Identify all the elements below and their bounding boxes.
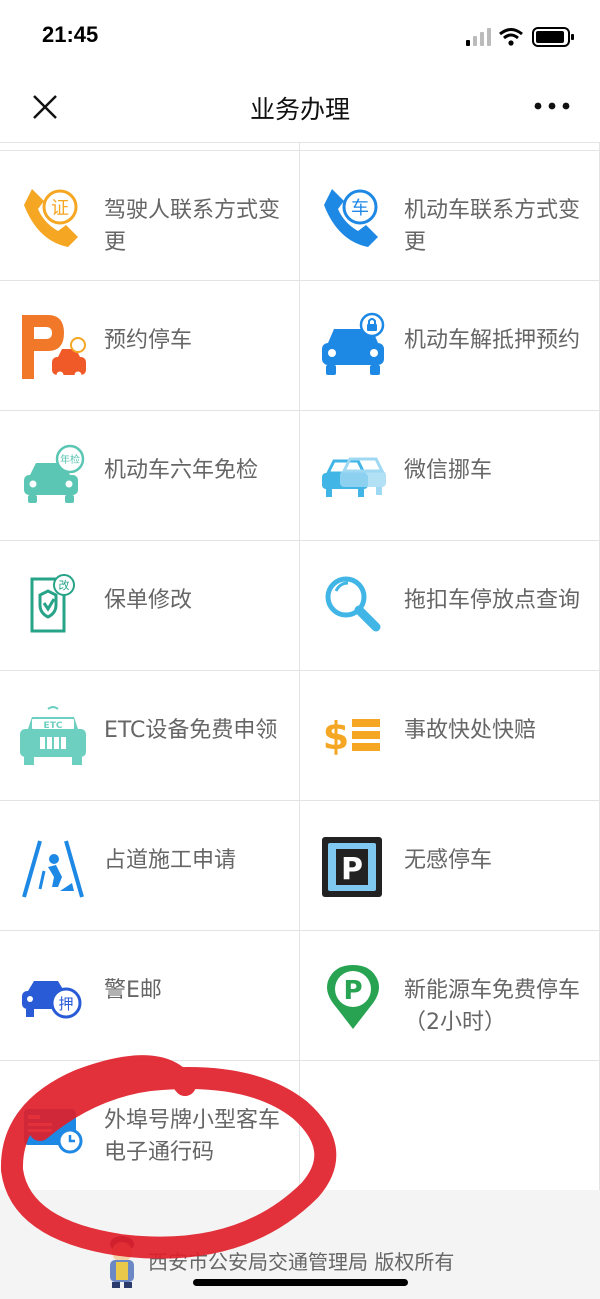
service-label: 保单修改	[104, 588, 193, 613]
service-policy-edit[interactable]: 改 保单修改	[0, 541, 300, 671]
car-unlock-icon	[322, 312, 385, 375]
status-time: 21:45	[42, 22, 99, 47]
service-grid: 证 驾驶人联系方式变更 车 机动车联系方式变更 预约停车 机动车解抵押预约 年检…	[0, 142, 600, 1190]
green-parking-icon: P	[327, 965, 379, 1029]
wifi-icon	[499, 28, 523, 46]
svg-text:改: 改	[59, 578, 70, 592]
battery-icon	[532, 27, 574, 47]
service-road-work[interactable]: 占道施工申请	[0, 801, 300, 931]
pass-card-clock-icon	[24, 1109, 83, 1154]
service-label: 新能源车免费停车（2小时）	[404, 978, 581, 1035]
service-wechat-move-car[interactable]: 微信挪车	[300, 411, 600, 541]
service-ev-free-parking[interactable]: P 新能源车免费停车（2小时）	[300, 931, 600, 1061]
service-vehicle-contact[interactable]: 车 机动车联系方式变更	[300, 151, 600, 281]
svg-text:押: 押	[58, 995, 73, 1013]
dollar-claim-icon: $	[323, 714, 380, 758]
more-icon[interactable]	[532, 94, 572, 118]
status-bar: 21:45	[0, 0, 600, 70]
service-label: 外埠号牌小型客车电子通行码	[104, 1108, 281, 1165]
service-cell-empty	[300, 1061, 600, 1190]
car-mail-icon: 押	[22, 981, 82, 1019]
svg-text:P: P	[341, 852, 363, 887]
policy-edit-icon: 改	[30, 574, 75, 633]
service-unmortgage[interactable]: 机动车解抵押预约	[300, 281, 600, 411]
parking-p-icon: P	[322, 837, 382, 897]
service-cell-prev-right	[300, 143, 600, 151]
car-inspection-icon: 年检	[24, 444, 85, 503]
copyright-text: 西安市公安局交通管理局 版权所有	[148, 1250, 455, 1274]
status-icons	[466, 27, 574, 47]
signal-icon	[466, 28, 491, 46]
service-accident-claim[interactable]: $ 事故快处快赔	[300, 671, 600, 801]
etc-car-icon: ETC	[20, 706, 86, 765]
service-label: ETC设备免费申领	[104, 718, 278, 743]
page-title: 业务办理	[249, 95, 350, 124]
car-move-icon	[322, 457, 386, 497]
service-parking-reserve[interactable]: 预约停车	[0, 281, 300, 411]
svg-text:$: $	[323, 714, 349, 758]
svg-text:ETC: ETC	[44, 721, 63, 731]
service-etc-apply[interactable]: ETC ETC设备免费申领	[0, 671, 300, 801]
service-label: 拖扣车停放点查询	[404, 588, 581, 613]
service-label: 机动车六年免检	[104, 458, 259, 483]
road-work-icon	[22, 840, 84, 898]
service-label: 预约停车	[104, 328, 193, 353]
service-police-e-mail[interactable]: 押 警E邮	[0, 931, 300, 1061]
phone-id-icon: 证	[24, 189, 78, 247]
service-label: 机动车解抵押预约	[404, 328, 581, 353]
service-nonlocal-pass-code[interactable]: 外埠号牌小型客车电子通行码	[0, 1061, 300, 1190]
service-seamless-parking[interactable]: P 无感停车	[300, 801, 600, 931]
service-driver-contact[interactable]: 证 驾驶人联系方式变更	[0, 151, 300, 281]
phone-car-icon: 车	[324, 189, 378, 247]
parking-reserve-icon	[22, 315, 86, 379]
svg-text:证: 证	[51, 198, 69, 219]
service-label: 占道施工申请	[104, 848, 237, 873]
svg-text:P: P	[343, 976, 362, 1006]
svg-text:车: 车	[351, 198, 369, 219]
svg-text:年检: 年检	[60, 453, 80, 466]
service-label: 无感停车	[404, 848, 493, 873]
police-mascot-icon	[110, 1236, 134, 1288]
service-six-year-exempt[interactable]: 年检 机动车六年免检	[0, 411, 300, 541]
service-tow-lot-query[interactable]: 拖扣车停放点查询	[300, 541, 600, 671]
service-label: 事故快处快赔	[404, 718, 537, 743]
service-label: 微信挪车	[404, 458, 493, 483]
nav-bar: 业务办理	[0, 70, 600, 142]
service-label: 警E邮	[104, 978, 162, 1003]
service-label: 机动车联系方式变更	[404, 198, 581, 255]
search-magnifier-icon	[325, 576, 381, 632]
service-label: 驾驶人联系方式变更	[104, 198, 281, 255]
service-cell-prev-left	[0, 143, 300, 151]
home-indicator[interactable]	[193, 1279, 408, 1286]
